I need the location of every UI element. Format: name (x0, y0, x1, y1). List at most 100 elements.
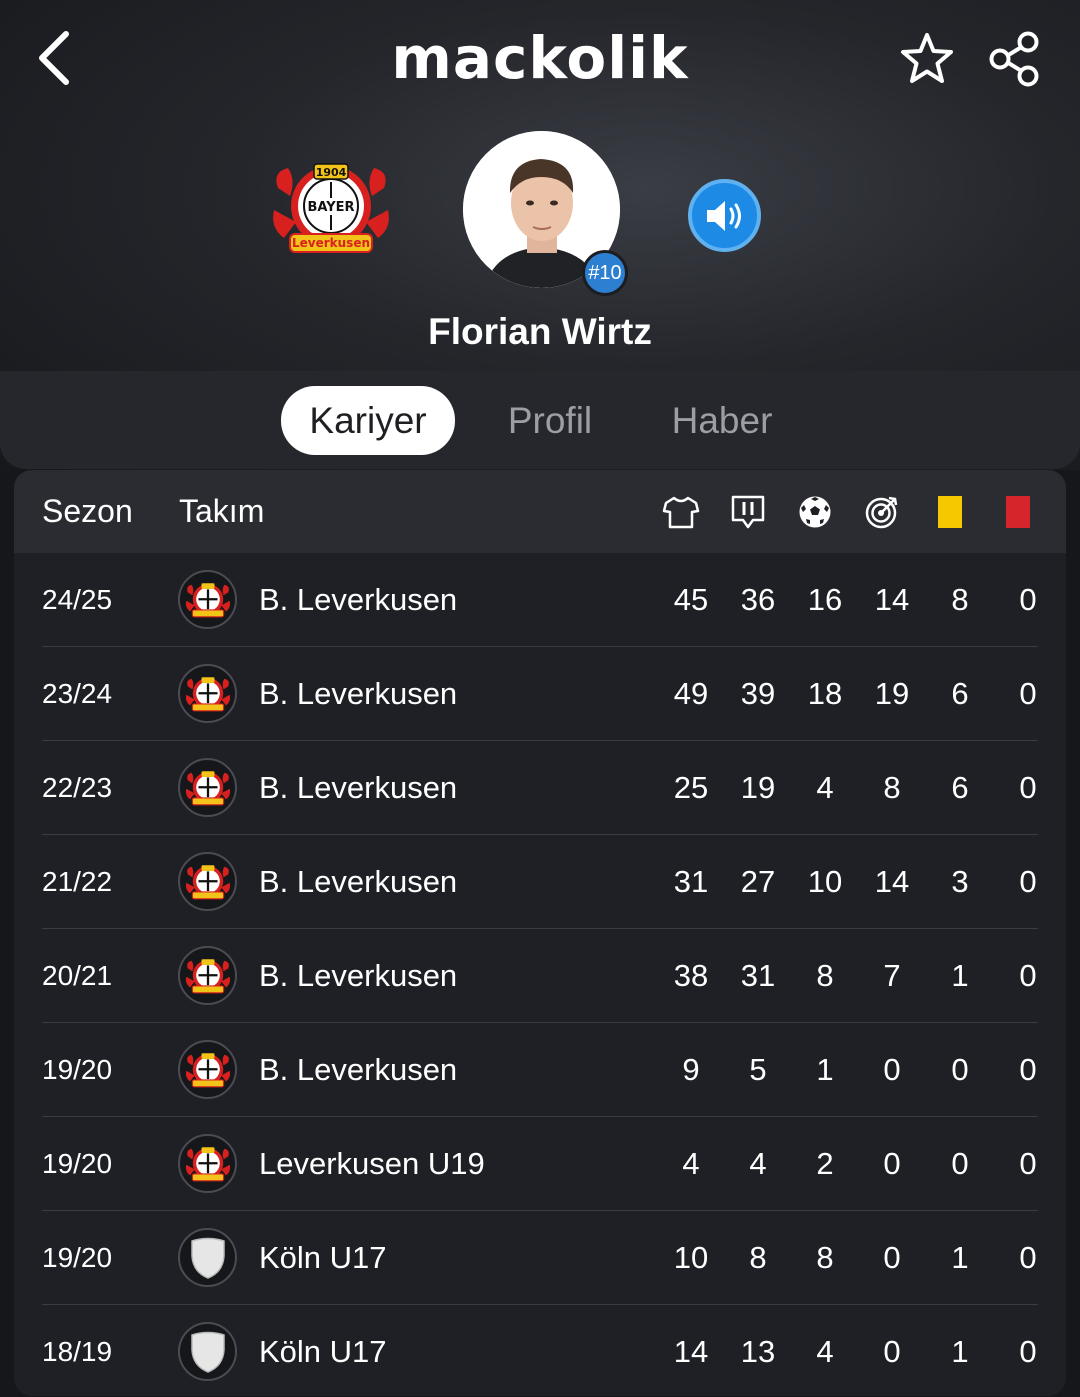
leverkusen-crest-icon (185, 1052, 230, 1087)
row-goals: 8 (816, 1239, 834, 1275)
row-assists: 0 (883, 1051, 901, 1087)
row-team-name[interactable]: B. Leverkusen (259, 647, 457, 740)
row-assists: 0 (883, 1145, 901, 1181)
share-icon (989, 31, 1039, 87)
row-starts: 8 (749, 1239, 767, 1275)
row-team-crest (178, 1040, 237, 1099)
table-row[interactable]: 23/24 B. Leverkusen 49 39 18 19 6 0 (42, 647, 1038, 741)
tab-bar: Kariyer Profil Haber (0, 371, 1080, 469)
row-starts: 36 (740, 581, 776, 617)
ball-icon (799, 496, 831, 528)
header-yellow-cards (930, 494, 970, 530)
row-yellow-cards: 6 (951, 675, 969, 711)
tab-haber[interactable]: Haber (648, 386, 796, 455)
row-goals: 10 (807, 863, 843, 899)
table-header: Sezon Takım (14, 470, 1066, 553)
player-name: Florian Wirtz (428, 311, 652, 352)
row-red-cards: 0 (1019, 1145, 1037, 1181)
row-season: 23/24 (42, 677, 113, 709)
row-season: 18/19 (42, 1335, 113, 1367)
table-row[interactable]: 24/25 B. Leverkusen 45 36 16 14 8 0 (42, 553, 1038, 647)
row-starts: 27 (740, 863, 776, 899)
row-season: 19/20 (42, 1241, 113, 1273)
star-outline-icon (901, 33, 953, 83)
leverkusen-crest-icon (185, 864, 230, 899)
row-yellow-cards: 0 (951, 1051, 969, 1087)
row-appearances: 45 (673, 581, 709, 617)
row-red-cards: 0 (1019, 957, 1037, 993)
row-red-cards: 0 (1019, 1333, 1037, 1369)
row-assists: 14 (874, 863, 910, 899)
row-team-name[interactable]: B. Leverkusen (259, 835, 457, 928)
shirt-icon (662, 496, 700, 529)
blank-shield-icon (190, 1237, 225, 1279)
red-card-icon (1006, 496, 1030, 528)
row-team-name[interactable]: B. Leverkusen (259, 741, 457, 834)
row-team-name[interactable]: B. Leverkusen (259, 553, 457, 646)
leverkusen-crest-icon (185, 1146, 230, 1181)
table-row[interactable]: 20/21 B. Leverkusen 38 31 8 7 1 0 (42, 929, 1038, 1023)
header-red-cards (998, 494, 1038, 530)
starting-eleven-icon (731, 495, 765, 529)
audio-button[interactable] (688, 179, 761, 252)
row-team-name[interactable]: Köln U17 (259, 1211, 387, 1304)
leverkusen-crest-icon (185, 582, 230, 617)
row-yellow-cards: 6 (951, 769, 969, 805)
row-goals: 18 (807, 675, 843, 711)
row-goals: 2 (816, 1145, 834, 1181)
row-team-crest (178, 1322, 237, 1381)
row-assists: 8 (883, 769, 901, 805)
row-appearances: 31 (673, 863, 709, 899)
table-row[interactable]: 18/19 Köln U17 14 13 4 0 1 0 (42, 1305, 1038, 1396)
table-row[interactable]: 19/20 Köln U17 10 8 8 0 1 0 (42, 1211, 1038, 1305)
row-assists: 14 (874, 581, 910, 617)
row-goals: 1 (816, 1051, 834, 1087)
row-yellow-cards: 1 (951, 1239, 969, 1275)
row-team-crest (178, 758, 237, 817)
table-row[interactable]: 21/22 B. Leverkusen 31 27 10 14 3 0 (42, 835, 1038, 929)
club-crest[interactable]: 1904 BAYER Leverkusen (268, 158, 394, 258)
row-season: 19/20 (42, 1147, 113, 1179)
header-assists (862, 494, 902, 530)
share-button[interactable] (986, 30, 1044, 88)
table-row[interactable]: 19/20 Leverkusen U19 4 4 2 0 0 0 (42, 1117, 1038, 1211)
row-team-name[interactable]: Köln U17 (259, 1305, 387, 1396)
row-yellow-cards: 1 (951, 1333, 969, 1369)
row-goals: 4 (816, 769, 834, 805)
row-team-name[interactable]: B. Leverkusen (259, 929, 457, 1022)
header-team: Takım (179, 493, 265, 529)
leverkusen-crest-icon (185, 770, 230, 805)
favorite-button[interactable] (898, 30, 956, 88)
header-starts (728, 494, 768, 530)
row-appearances: 9 (682, 1051, 700, 1087)
row-team-crest (178, 946, 237, 1005)
row-starts: 13 (740, 1333, 776, 1369)
header-season: Sezon (42, 493, 133, 529)
row-red-cards: 0 (1019, 1051, 1037, 1087)
row-appearances: 25 (673, 769, 709, 805)
svg-text:BAYER: BAYER (307, 200, 354, 215)
blank-shield-icon (190, 1331, 225, 1373)
row-starts: 19 (740, 769, 776, 805)
leverkusen-crest-icon: 1904 BAYER Leverkusen (273, 163, 389, 253)
row-yellow-cards: 0 (951, 1145, 969, 1181)
row-assists: 7 (883, 957, 901, 993)
row-appearances: 49 (673, 675, 709, 711)
tab-profil[interactable]: Profil (480, 386, 620, 455)
row-appearances: 10 (673, 1239, 709, 1275)
header-appearances (661, 494, 701, 530)
row-red-cards: 0 (1019, 581, 1037, 617)
row-starts: 4 (749, 1145, 767, 1181)
row-red-cards: 0 (1019, 769, 1037, 805)
table-row[interactable]: 19/20 B. Leverkusen 9 5 1 0 0 0 (42, 1023, 1038, 1117)
table-row[interactable]: 22/23 B. Leverkusen 25 19 4 8 6 0 (42, 741, 1038, 835)
tab-kariyer[interactable]: Kariyer (281, 386, 455, 455)
target-icon (865, 496, 898, 529)
row-yellow-cards: 3 (951, 863, 969, 899)
row-team-name[interactable]: B. Leverkusen (259, 1023, 457, 1116)
row-assists: 0 (883, 1333, 901, 1369)
row-team-crest (178, 1134, 237, 1193)
row-yellow-cards: 8 (951, 581, 969, 617)
row-team-name[interactable]: Leverkusen U19 (259, 1117, 485, 1210)
speaker-icon (706, 200, 741, 231)
